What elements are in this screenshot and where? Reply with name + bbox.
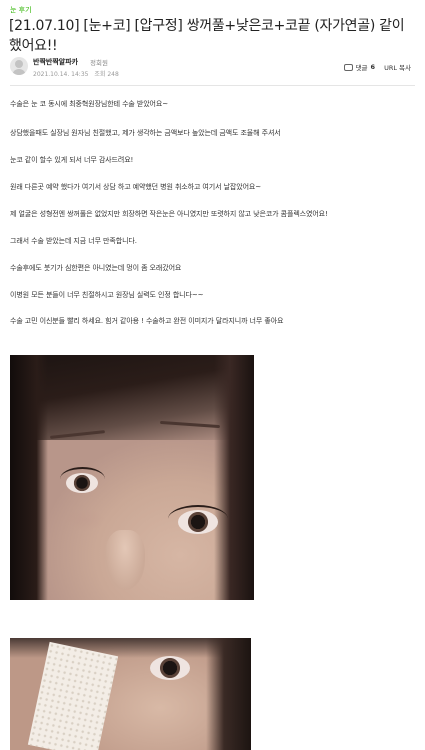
author-name[interactable]: 반짝반짝알파카 (33, 57, 78, 67)
photo-eye (150, 656, 190, 680)
comment-count[interactable]: 6 (371, 63, 376, 71)
post-paragraph: 제 얼굴은 성형전엔 쌍꺼풀은 없었지만 희장하면 작은눈은 아니였지만 또렷하… (10, 210, 328, 218)
photo-eye-right (178, 510, 218, 534)
comment-label[interactable]: 댓글 (356, 62, 368, 72)
post-date: 2021.10.14. 14:35 (33, 71, 89, 78)
photo-eye-left (66, 473, 98, 493)
post-title: [21.07.10] [눈+코] [압구정] 쌍꺼풀+낮은코+코끝 (자가연골)… (9, 18, 405, 54)
post-meta: 2021.10.14. 14:35 조회 248 (33, 69, 123, 78)
post-paragraph: 상담했을때도 실장님 원자님 친절했고, 제가 생각하는 금액보다 높았는데 금… (10, 129, 281, 137)
comment-icon[interactable] (343, 63, 353, 71)
post-paragraph: 이병원 모든 분들이 너무 친절하시고 원장님 실력도 인정 합니다~~ (10, 291, 204, 299)
header-divider (10, 85, 415, 86)
post-paragraph: 수술 고민 이신분들 빨리 하세요. 힘거 같아용 ! 수술하고 완전 이미지가… (10, 317, 284, 325)
post-view: 눈 후기 [21.07.10] [눈+코] [압구정] 쌍꺼풀+낮은코+코끝 (… (0, 0, 425, 750)
author-grade: 정회원 (90, 59, 108, 67)
photo-hair-left (10, 355, 48, 600)
photo-nose (105, 530, 145, 590)
author-avatar[interactable] (10, 57, 28, 75)
photo-nose-tape (27, 641, 119, 750)
photo-hair-side (206, 638, 251, 750)
post-paragraph: 수술은 눈 코 동시에 최중혁원장님한테 수술 받았어요~ (10, 100, 168, 108)
category-link[interactable]: 눈 후기 (10, 5, 32, 15)
url-copy-button[interactable]: URL 복사 (384, 62, 411, 72)
post-views: 조회 248 (94, 71, 119, 78)
post-paragraph: 원래 다른곳 예약 했다가 여기서 상담 하고 예약했던 병원 취소하고 여기서… (10, 183, 262, 191)
post-paragraph: 그래서 수술 받았는데 지금 너무 만족합니다. (10, 237, 137, 245)
post-paragraph: 수술후에도 붓기가 심한편은 아니였는데 멍이 좀 오래갔어요 (10, 264, 182, 272)
photo-hair-right (214, 355, 254, 600)
post-photo-aftercare[interactable] (10, 638, 251, 750)
post-actions: 댓글 6 URL 복사 (343, 62, 411, 72)
post-photo-face[interactable] (10, 355, 254, 600)
post-paragraph: 눈코 같이 할수 있게 되서 너무 감사드려요! (10, 156, 134, 164)
